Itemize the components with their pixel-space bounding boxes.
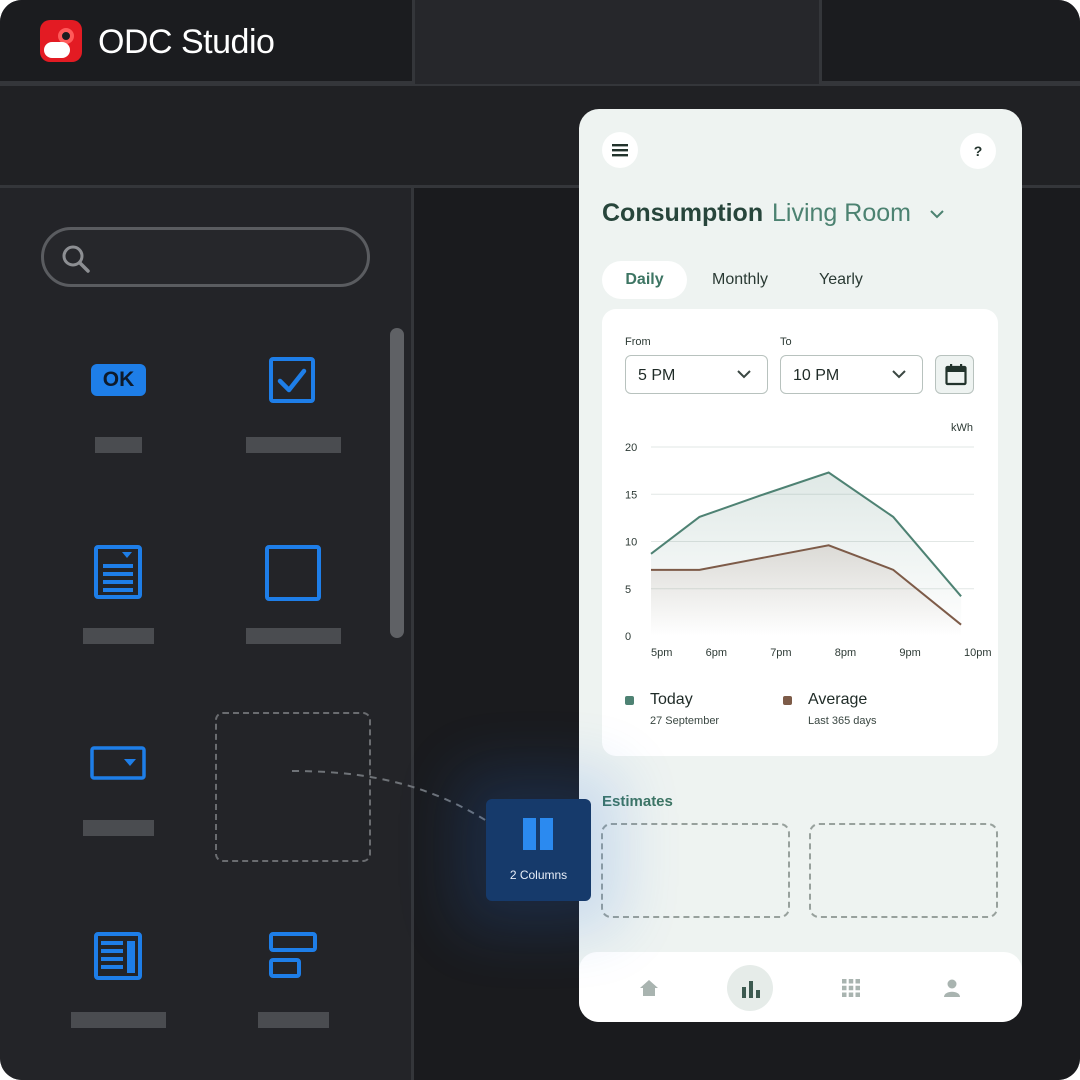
widget-search-input[interactable] bbox=[41, 227, 370, 287]
today-legend-date: 27 September bbox=[650, 715, 720, 727]
two-columns-label: 2 Columns bbox=[509, 868, 568, 882]
profile-icon bbox=[944, 979, 960, 997]
average-legend-range: Last 365 days bbox=[808, 715, 877, 727]
odc-studio-window: ODC Studio OK ? Consumption Living Room … bbox=[0, 0, 1080, 1080]
container-widget-icon[interactable] bbox=[265, 545, 321, 601]
nav-chart[interactable] bbox=[727, 965, 773, 1011]
odc-logo-icon bbox=[40, 20, 82, 62]
menu-button[interactable] bbox=[602, 132, 638, 168]
unit-label: kWh bbox=[951, 422, 973, 434]
top-bar: ODC Studio bbox=[0, 0, 1080, 84]
home-icon bbox=[640, 980, 658, 996]
x-tick-label: 5pm bbox=[651, 647, 672, 659]
tab-monthly[interactable]: Monthly bbox=[697, 261, 783, 299]
from-label: From bbox=[625, 336, 651, 348]
card-widget-icon[interactable] bbox=[94, 932, 142, 980]
y-tick-label: 20 bbox=[625, 442, 637, 454]
y-tick-label: 0 bbox=[625, 631, 631, 643]
consumption-chart: kWh 0 5 10 15 20 5pm 6pm 7pm 8pm 9pm 10pm bbox=[625, 422, 992, 659]
y-tick-label: 5 bbox=[625, 584, 631, 596]
list-widget-label bbox=[258, 1012, 329, 1028]
calendar-icon bbox=[945, 364, 967, 386]
list-widget-icon[interactable] bbox=[269, 932, 317, 978]
top-bar-tab[interactable] bbox=[412, 0, 822, 84]
consumption-card: From To 5 PM 10 PM kWh 0 5 10 15 20 5pm … bbox=[602, 309, 998, 756]
estimate-column-left[interactable] bbox=[601, 823, 790, 918]
chevron-down-icon[interactable] bbox=[929, 209, 945, 219]
sidebar-scrollbar[interactable] bbox=[390, 328, 404, 638]
from-select-value: 5 PM bbox=[638, 367, 676, 384]
hamburger-icon bbox=[612, 144, 628, 157]
dropdown-widget-icon[interactable] bbox=[90, 746, 146, 780]
container-widget-label bbox=[246, 628, 341, 644]
chevron-down-icon bbox=[737, 370, 751, 379]
average-legend-name: Average bbox=[808, 691, 868, 708]
estimate-column-right[interactable] bbox=[809, 823, 998, 918]
to-label: To bbox=[780, 336, 792, 348]
nav-grid[interactable] bbox=[828, 965, 874, 1011]
page-title: Consumption bbox=[602, 199, 764, 227]
today-legend-name: Today bbox=[650, 691, 693, 708]
nav-home[interactable] bbox=[626, 965, 672, 1011]
two-columns-drag-tile[interactable]: 2 Columns bbox=[486, 799, 591, 901]
two-columns-icon bbox=[523, 818, 553, 850]
y-tick-label: 15 bbox=[625, 489, 637, 501]
mobile-preview: ? Consumption Living Room Daily Monthly … bbox=[579, 109, 1022, 1022]
today-legend-swatch bbox=[625, 696, 634, 705]
room-selector[interactable]: Living Room bbox=[772, 199, 911, 228]
to-select[interactable]: 10 PM bbox=[780, 355, 923, 394]
tab-daily[interactable]: Daily bbox=[602, 261, 687, 299]
x-tick-label: 6pm bbox=[706, 647, 727, 659]
average-legend-swatch bbox=[783, 696, 792, 705]
button-widget-icon[interactable]: OK bbox=[91, 364, 146, 396]
app-title: ODC Studio bbox=[98, 23, 275, 61]
button-widget-label bbox=[95, 437, 142, 453]
x-tick-label: 10pm bbox=[964, 647, 992, 659]
help-button[interactable]: ? bbox=[960, 133, 996, 169]
x-tick-label: 7pm bbox=[770, 647, 791, 659]
bottom-navigation bbox=[579, 952, 1022, 1022]
calendar-button[interactable] bbox=[935, 355, 974, 394]
chart-icon bbox=[742, 981, 760, 998]
checkbox-widget-icon[interactable] bbox=[268, 356, 318, 406]
nav-profile[interactable] bbox=[929, 965, 975, 1011]
checkbox-widget-label bbox=[246, 437, 341, 453]
y-tick-label: 10 bbox=[625, 537, 637, 549]
widget-sidebar bbox=[0, 188, 414, 1080]
chevron-down-icon bbox=[892, 370, 906, 379]
grid-icon bbox=[842, 979, 860, 997]
estimates-heading: Estimates bbox=[602, 793, 673, 810]
dropdown-widget-label bbox=[83, 820, 154, 836]
form-widget-label bbox=[83, 628, 154, 644]
from-select[interactable]: 5 PM bbox=[625, 355, 768, 394]
form-widget-icon[interactable] bbox=[94, 545, 142, 599]
card-widget-label bbox=[71, 1012, 166, 1028]
x-tick-label: 8pm bbox=[835, 647, 856, 659]
drag-path bbox=[291, 770, 491, 824]
search-icon bbox=[62, 245, 90, 273]
x-tick-label: 9pm bbox=[899, 647, 920, 659]
tab-yearly[interactable]: Yearly bbox=[801, 261, 881, 299]
to-select-value: 10 PM bbox=[793, 367, 840, 384]
